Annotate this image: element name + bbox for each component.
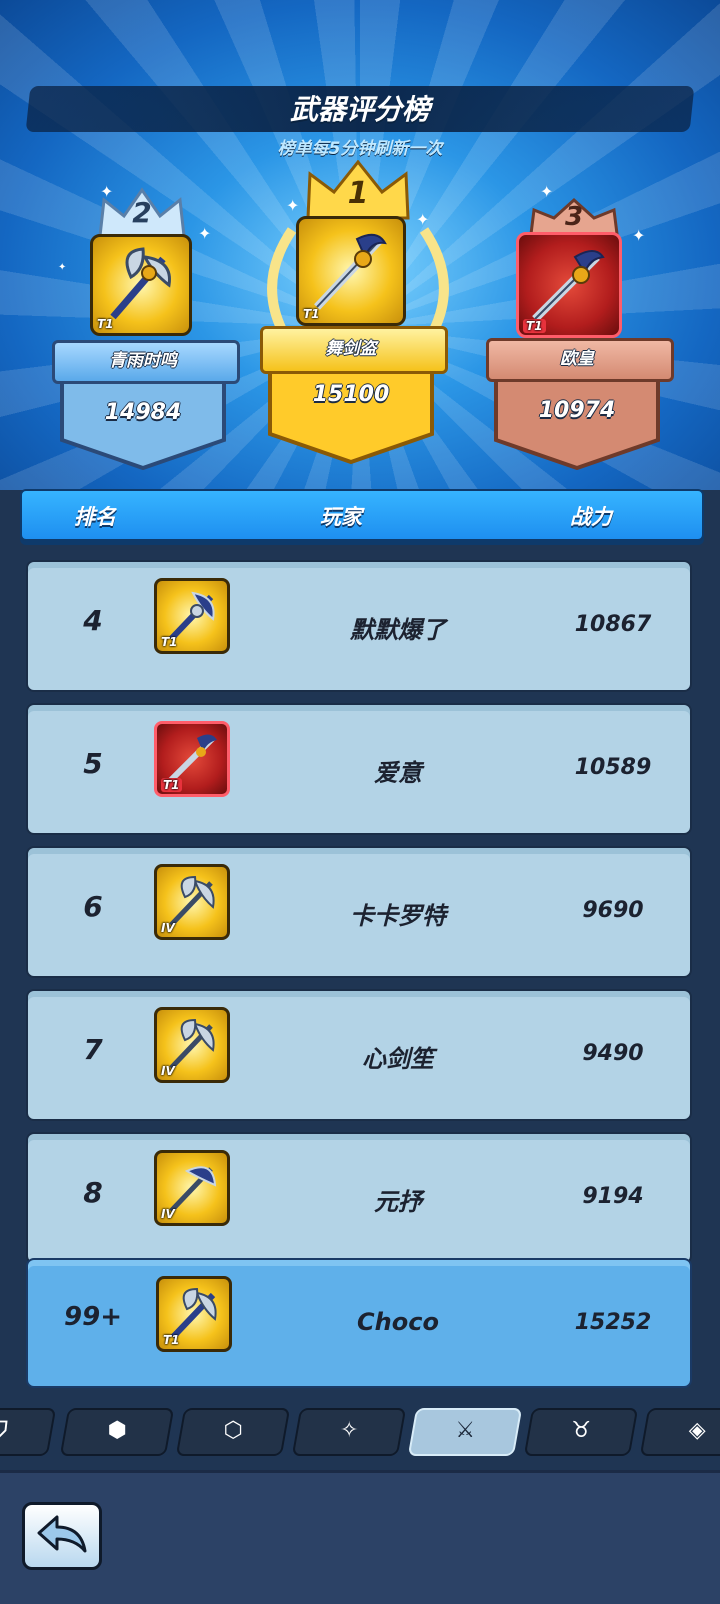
power-cell: 10867 [574, 612, 652, 637]
rank-cell: 99+ [64, 1302, 122, 1332]
weapon-icon: T1 [516, 232, 622, 338]
score-value: 10974 [538, 398, 616, 423]
weapon-icon: IV [154, 1150, 230, 1226]
table-row[interactable]: 6 IV 卡卡罗特 9690 [26, 846, 692, 978]
player-name: 心剑笙 [362, 1045, 434, 1073]
rank-cell: 8 [83, 1176, 103, 1209]
sword-icon: ⚔ [455, 1418, 476, 1443]
star-icon: ✧ [340, 1418, 359, 1443]
weapon-icon: T1 [296, 216, 406, 326]
player-name: 元抒 [374, 1188, 422, 1216]
tab-shield[interactable]: ⛉ [0, 1408, 57, 1456]
tab-armor[interactable]: ⬡ [175, 1408, 291, 1456]
score-shield: 青雨时鸣 14984 [52, 340, 240, 470]
tier-label: IV [161, 1064, 175, 1078]
rank-cell: 7 [83, 1033, 103, 1066]
gem-icon: ◈ [688, 1418, 706, 1443]
back-button[interactable] [22, 1502, 102, 1570]
page-title: 武器评分榜 [289, 93, 430, 126]
my-rank-row[interactable]: 99+ T1 Choco 15252 [26, 1258, 692, 1388]
tier-label: T1 [161, 778, 182, 792]
weapon-icon: T1 [156, 1276, 232, 1352]
rank-cell: 6 [83, 890, 103, 923]
podium-first[interactable]: 1 T1 舞剑盗 15100 [258, 160, 458, 465]
player-name: Choco [357, 1308, 439, 1336]
bottom-bar [0, 1470, 720, 1604]
tab-sword[interactable]: ⚔ [407, 1408, 523, 1456]
tab-gem[interactable]: ◈ [639, 1408, 720, 1456]
column-player: 玩家 [320, 505, 362, 529]
power-cell: 9194 [582, 1184, 644, 1209]
tier-label: T1 [163, 1333, 180, 1347]
back-arrow-icon [37, 1515, 87, 1553]
score-value: 15100 [312, 382, 390, 407]
score-shield: 欧皇 10974 [486, 338, 674, 470]
tier-label: T1 [523, 319, 546, 333]
score-shield: 舞剑盗 15100 [260, 326, 448, 466]
weapon-icon: IV [154, 1007, 230, 1083]
podium-third[interactable]: 3 T1 欧皇 10974 [486, 196, 674, 476]
rank-number: 3 [564, 202, 584, 232]
player-name: 爱意 [374, 759, 422, 787]
tab-star[interactable]: ✧ [291, 1408, 407, 1456]
podium-second[interactable]: 2 T1 青雨时鸣 14984 [52, 186, 240, 476]
column-power: 战力 [570, 505, 612, 529]
table-row[interactable]: 8 IV 元抒 9194 [26, 1132, 692, 1264]
player-name: 青雨时鸣 [109, 351, 177, 371]
player-name: 卡卡罗特 [350, 902, 446, 930]
weapon-icon: T1 [90, 234, 192, 336]
rank-cell: 4 [83, 604, 103, 637]
tier-label: T1 [161, 635, 178, 649]
weapon-icon: T1 [154, 578, 230, 654]
tab-horned-helmet[interactable]: ♉ [523, 1408, 639, 1456]
player-name: 舞剑盗 [325, 339, 377, 359]
tab-pet[interactable]: ⬢ [59, 1408, 175, 1456]
score-value: 14984 [104, 400, 182, 425]
table-row[interactable]: 4 T1 默默爆了 10867 [26, 560, 692, 692]
rank-cell: 5 [83, 747, 103, 780]
horned-helmet-icon: ♉ [571, 1418, 592, 1443]
weapon-icon: IV [154, 864, 230, 940]
rank-number: 1 [347, 176, 369, 211]
armor-icon: ⬡ [223, 1418, 243, 1443]
shield-icon: ⛉ [0, 1418, 8, 1443]
player-name: 欧皇 [560, 349, 594, 369]
rank-number: 2 [132, 196, 152, 229]
power-cell: 15252 [574, 1310, 652, 1335]
table-row[interactable]: 5 T1 爱意 10589 [26, 703, 692, 835]
column-header: 排名 玩家 战力 [20, 489, 704, 541]
refresh-note: 榜单每5分钟刷新一次 [277, 139, 443, 159]
power-cell: 9690 [582, 898, 644, 923]
power-cell: 10589 [574, 755, 652, 780]
power-cell: 9490 [582, 1041, 644, 1066]
tier-label: T1 [97, 317, 114, 331]
category-tabs: ⛉ ⬢ ⬡ ✧ ⚔ ♉ ◈ [0, 1408, 720, 1458]
tier-label: IV [161, 921, 175, 935]
tier-label: T1 [303, 307, 320, 321]
pet-icon: ⬢ [107, 1418, 127, 1443]
column-rank: 排名 [74, 505, 116, 529]
table-row[interactable]: 7 IV 心剑笙 9490 [26, 989, 692, 1121]
player-name: 默默爆了 [350, 616, 446, 644]
weapon-icon: T1 [154, 721, 230, 797]
tier-label: IV [161, 1207, 175, 1221]
